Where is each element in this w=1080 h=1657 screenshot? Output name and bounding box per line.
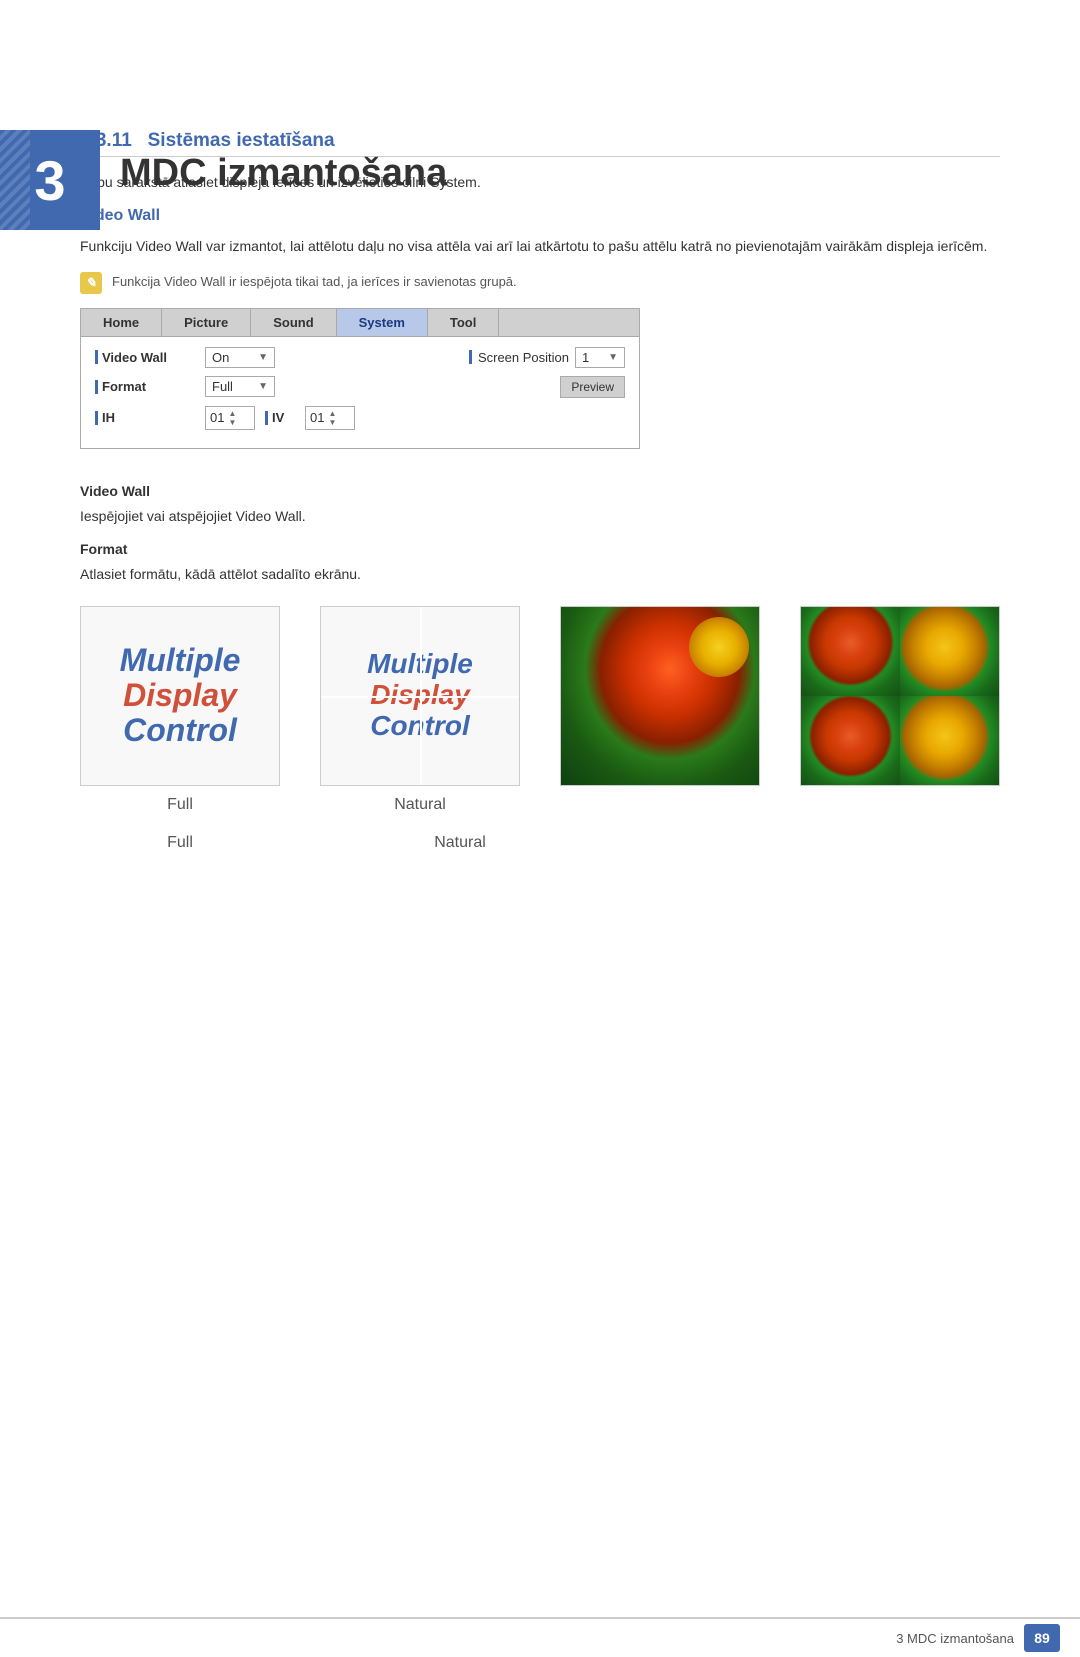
tab-home[interactable]: Home <box>81 309 162 336</box>
ih-label: IH <box>95 410 195 425</box>
spinner-arrows: ▲ ▼ <box>228 409 236 427</box>
iv-spinner[interactable]: 01 ▲ ▼ <box>305 406 355 430</box>
flower-cell-3 <box>801 696 900 785</box>
ih-label-text: IH <box>102 410 115 425</box>
tab-sound[interactable]: Sound <box>251 309 336 336</box>
iv-value: 01 <box>310 410 324 425</box>
chapter-number: 3 <box>34 148 65 213</box>
natural-flower-label-item: Natural <box>360 834 560 852</box>
note-box: ✎ Funkcija Video Wall ir iespējota tikai… <box>80 272 1000 294</box>
format-label-text: Format <box>102 379 146 394</box>
format-images-container: Multiple Display Control Full Multiple D… <box>80 606 1000 814</box>
format-sub-body: Atlasiet formātu, kādā attēlot sadalīto … <box>80 563 1000 585</box>
videowall-label-text: Video Wall <box>102 350 167 365</box>
full-label: Full <box>167 796 193 814</box>
flower-cell-4 <box>900 696 999 785</box>
full-flower-label: Full <box>167 834 193 852</box>
flower-full-item <box>560 606 760 814</box>
mdc-line-multiple: Multiple <box>120 643 241 678</box>
format-value: Full <box>212 379 233 394</box>
spinner-up-icon-2: ▲ <box>328 409 336 418</box>
video-wall-description: Funkciju Video Wall var izmantot, lai at… <box>80 235 1000 257</box>
videowall-value: On <box>212 350 229 365</box>
videowall-label: Video Wall <box>95 350 195 365</box>
chapter-header-bar: 3 <box>0 130 100 230</box>
videowall-select[interactable]: On ▼ <box>205 347 275 368</box>
grid-v-line <box>420 607 422 785</box>
screen-position: Screen Position 1 ▼ <box>469 347 625 368</box>
chevron-down-icon-2: ▼ <box>608 352 618 363</box>
ih-value: 01 <box>210 410 224 425</box>
iv-label: IV <box>265 410 295 425</box>
flower-cell-1 <box>801 607 900 696</box>
iv-label-text: IV <box>272 410 284 425</box>
spinner-down-icon: ▼ <box>228 418 236 427</box>
label-bar-2 <box>469 350 472 364</box>
flower-natural-image <box>800 606 1000 786</box>
ih-spinner[interactable]: 01 ▲ ▼ <box>205 406 255 430</box>
flower-accent <box>689 617 749 677</box>
format-natural-item: Multiple Display Control Natural <box>320 606 520 814</box>
format-label: Format <box>95 379 195 394</box>
chapter-title: MDC izmantošana <box>120 152 447 195</box>
panel-body: Video Wall On ▼ Screen Position 1 ▼ <box>81 337 639 448</box>
spinner-down-icon-2: ▼ <box>328 418 336 427</box>
flower-cell-2 <box>900 607 999 696</box>
natural-cell-2 <box>900 607 999 696</box>
video-wall-heading: Video Wall <box>80 207 1000 225</box>
natural-flower-label: Natural <box>434 834 486 852</box>
label-bar-3 <box>95 380 98 394</box>
full-mdc-image: Multiple Display Control <box>80 606 280 786</box>
panel-row-format: Format Full ▼ Preview <box>95 376 625 398</box>
screen-position-value: 1 <box>582 350 589 365</box>
panel-tabs: Home Picture Sound System Tool <box>81 309 639 337</box>
vw-sub-body: Iespējojiet vai atspējojiet Video Wall. <box>80 505 1000 527</box>
natural-mdc-image: Multiple Display Control <box>320 606 520 786</box>
format-sub-heading: Format <box>80 541 1000 557</box>
label-bar-4 <box>95 411 98 425</box>
natural-cell-3 <box>801 696 900 785</box>
flower-natural-item <box>800 606 1000 814</box>
screen-position-label: Screen Position <box>478 350 569 365</box>
full-flower-label-item: Full <box>80 834 280 852</box>
tab-tool[interactable]: Tool <box>428 309 499 336</box>
flower-labels: Full Natural <box>80 834 1000 852</box>
screen-position-select[interactable]: 1 ▼ <box>575 347 625 368</box>
note-icon: ✎ <box>80 272 102 294</box>
tab-picture[interactable]: Picture <box>162 309 251 336</box>
natural-cell-1 <box>801 607 900 696</box>
chevron-down-icon: ▼ <box>258 352 268 363</box>
page-number-badge: 89 <box>1024 1624 1060 1652</box>
mdc-line-control: Control <box>123 713 237 748</box>
natural-cell-4 <box>900 696 999 785</box>
note-text: Funkcija Video Wall ir iespējota tikai t… <box>112 272 517 292</box>
spinner-arrows-2: ▲ ▼ <box>328 409 336 427</box>
natural-label: Natural <box>394 796 446 814</box>
footer-text: 3 MDC izmantošana <box>896 1631 1014 1646</box>
panel-row-ihiv: IH 01 ▲ ▼ IV 01 ▲ ▼ <box>95 406 625 430</box>
header-stripe-decoration <box>0 130 30 230</box>
panel-row-videowall: Video Wall On ▼ Screen Position 1 ▼ <box>95 347 625 368</box>
main-content: 3.3.11 Sistēmas iestatīšana Kopu sarakst… <box>0 130 1080 852</box>
label-bar <box>95 350 98 364</box>
section-title: Sistēmas iestatīšana <box>148 130 335 151</box>
spinner-up-icon: ▲ <box>228 409 236 418</box>
vw-sub-heading: Video Wall <box>80 483 1000 499</box>
format-select[interactable]: Full ▼ <box>205 376 275 397</box>
format-full-item: Multiple Display Control Full <box>80 606 280 814</box>
label-bar-5 <box>265 411 268 425</box>
page-footer: 3 MDC izmantošana 89 <box>0 1617 1080 1657</box>
chevron-down-icon-3: ▼ <box>258 381 268 392</box>
mdc-text-full: Multiple Display Control <box>81 607 279 785</box>
mdc-line-display: Display <box>123 678 237 713</box>
flower-full-image <box>560 606 760 786</box>
ui-panel: Home Picture Sound System Tool Video Wal… <box>80 308 640 449</box>
tab-system[interactable]: System <box>337 309 428 336</box>
preview-button[interactable]: Preview <box>560 376 625 398</box>
